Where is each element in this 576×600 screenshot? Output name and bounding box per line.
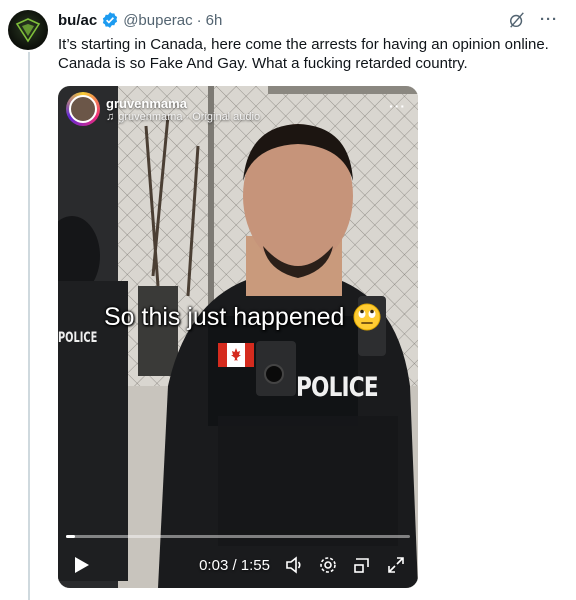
instagram-more-icon: ··· <box>389 98 406 114</box>
tweet-header: bu/ac @buperac · 6h <box>58 11 222 29</box>
canada-flag-icon <box>218 343 254 367</box>
eye-roll-emoji-icon <box>353 303 381 331</box>
author-handle[interactable]: @buperac <box>123 12 192 29</box>
video-controls: 0:03 / 1:55 <box>58 542 418 588</box>
tweet-time[interactable]: 6h <box>206 12 223 29</box>
music-note-icon: ♫ <box>106 110 115 123</box>
police-badge-text: POLICE <box>296 372 379 403</box>
video-time-readout: 0:03 / 1:55 <box>199 556 270 574</box>
thread-line <box>28 52 30 600</box>
verified-badge-icon <box>101 11 119 29</box>
instagram-username[interactable]: gruvenmama <box>106 96 260 111</box>
instagram-overlay: gruvenmama ♫ gruvenmama · Original audio <box>66 92 260 126</box>
author-avatar[interactable] <box>8 10 48 50</box>
settings-icon[interactable] <box>318 555 338 575</box>
author-name[interactable]: bu/ac <box>58 12 97 29</box>
police-side-badge-text: POLICE <box>58 330 98 346</box>
video-progress-fill <box>66 535 76 538</box>
instagram-audio-text: gruvenmama · Original audio <box>118 110 261 123</box>
tweet-text: It’s starting in Canada, here come the a… <box>58 36 549 72</box>
header-separator: · <box>196 11 202 29</box>
grok-icon[interactable] <box>508 11 526 29</box>
video-frame <box>58 86 418 588</box>
avatar-logo-icon <box>15 18 41 43</box>
instagram-audio-label: ♫ gruvenmama · Original audio <box>106 111 260 123</box>
play-icon[interactable] <box>70 554 92 576</box>
video-caption: So this just happened <box>104 302 382 332</box>
tweet-actions-top: ··· <box>508 11 558 29</box>
picture-in-picture-icon[interactable] <box>352 555 372 575</box>
volume-icon[interactable] <box>284 555 304 575</box>
fullscreen-icon[interactable] <box>386 555 406 575</box>
video-progress-bar[interactable] <box>66 535 410 538</box>
more-options-icon[interactable]: ··· <box>540 12 558 28</box>
instagram-avatar[interactable] <box>66 92 100 126</box>
video-caption-text: So this just happened <box>104 302 345 331</box>
video-player[interactable]: gruvenmama ♫ gruvenmama · Original audio… <box>58 86 418 588</box>
